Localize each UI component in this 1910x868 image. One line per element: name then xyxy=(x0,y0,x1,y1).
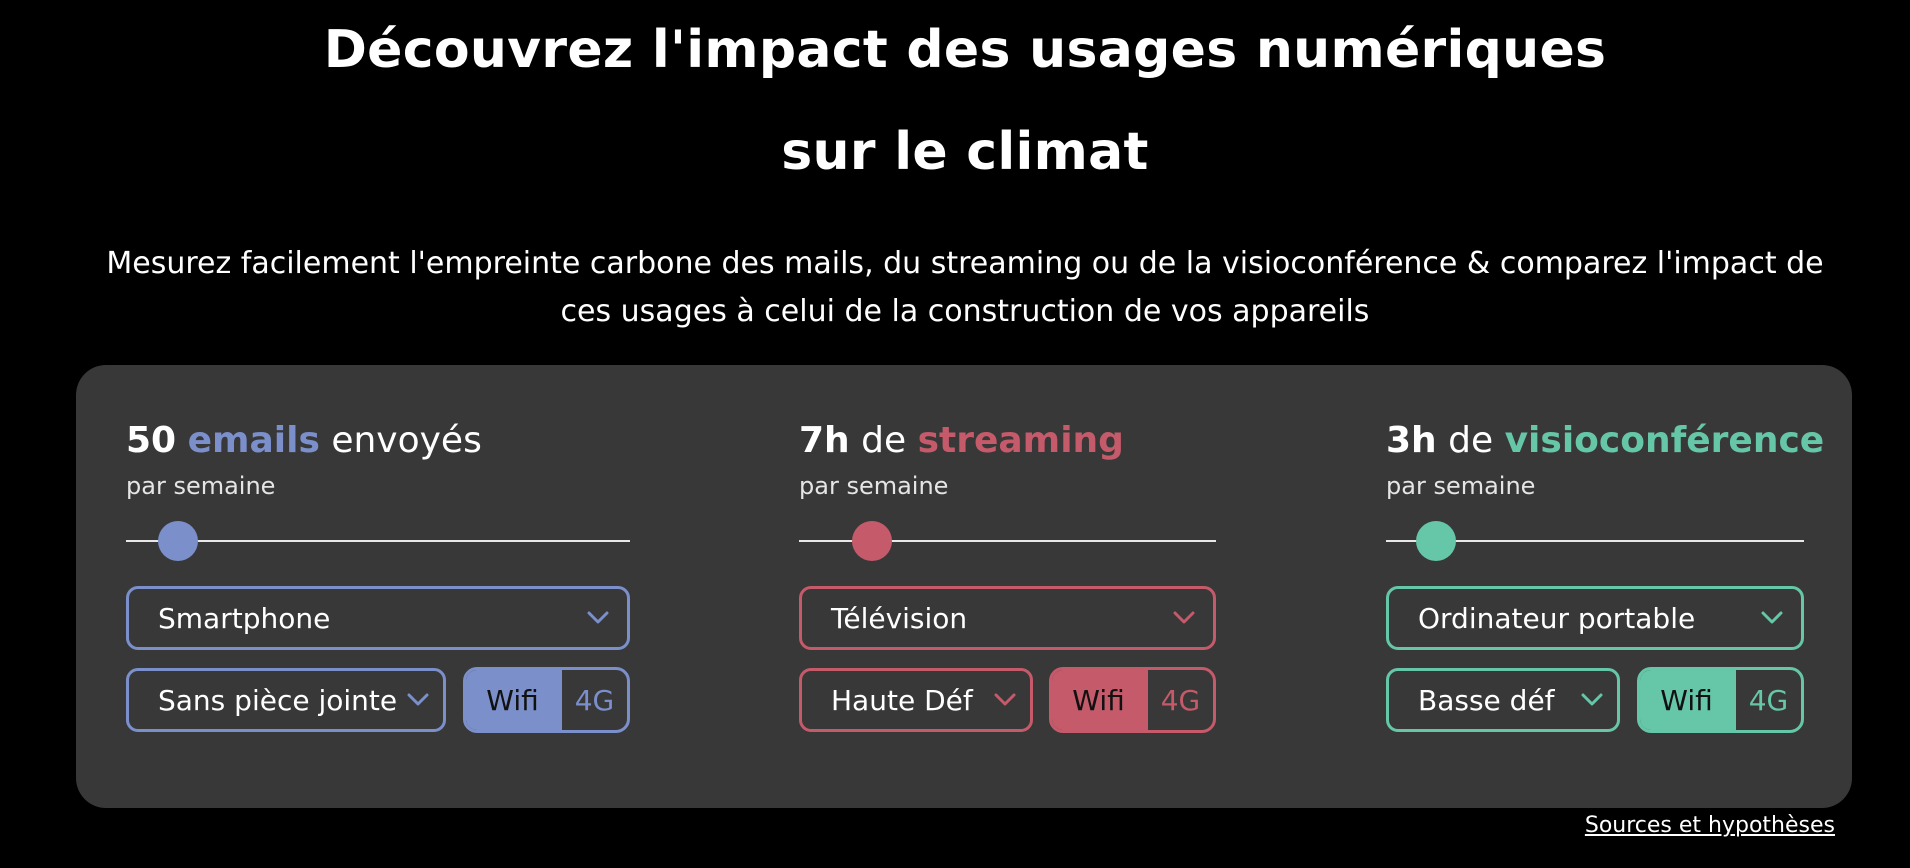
visio-slider[interactable] xyxy=(1386,519,1804,563)
emails-slider[interactable] xyxy=(126,519,630,563)
streaming-network-toggle[interactable]: Wifi 4G xyxy=(1049,667,1216,733)
page-subtitle: Mesurez facilement l'empreinte carbone d… xyxy=(106,246,1824,329)
page-title-line-1: Découvrez l'impact des usages numériques xyxy=(323,20,1607,80)
emails-headline: 50 emails envoyés xyxy=(126,420,482,461)
visio-amount: 3h xyxy=(1386,420,1437,461)
device-select-value: Télévision xyxy=(831,601,968,635)
streaming-amount: 7h xyxy=(799,420,850,461)
streaming-slider[interactable] xyxy=(799,519,1216,563)
device-select-value: Ordinateur portable xyxy=(1418,601,1696,635)
emails-network-toggle[interactable]: Wifi 4G xyxy=(463,667,630,733)
visio-keyword: visioconférence xyxy=(1504,420,1825,461)
visio-headline: 3h de visioconférence xyxy=(1386,420,1824,461)
visio-prefix: de xyxy=(1436,420,1505,461)
quality-select-value: Basse déf xyxy=(1418,683,1555,717)
sources-link[interactable]: Sources et hypothèses xyxy=(1585,813,1835,838)
page-title-line-2: sur le climat xyxy=(781,122,1149,182)
slider-thumb[interactable] xyxy=(158,521,199,561)
streaming-headline: 7h de streaming xyxy=(799,420,1124,461)
streaming-device-select[interactable]: Télévision xyxy=(799,586,1216,650)
quality-select-value: Haute Déf xyxy=(831,683,973,717)
usage-panel: 50 emails envoyés par semaine Smartphone… xyxy=(76,365,1852,808)
emails-attachment-select[interactable]: Sans pièce jointe xyxy=(126,668,446,732)
visio-period: par semaine xyxy=(1386,472,1536,500)
visio-quality-select[interactable]: Basse déf xyxy=(1386,668,1620,732)
network-option-4g[interactable]: 4G xyxy=(559,670,627,730)
chevron-down-icon xyxy=(1761,611,1783,624)
chevron-down-icon xyxy=(407,693,429,706)
emails-device-select[interactable]: Smartphone xyxy=(126,586,630,650)
network-option-wifi[interactable]: Wifi xyxy=(1052,670,1145,730)
streaming-quality-select[interactable]: Haute Déf xyxy=(799,668,1033,732)
emails-amount: 50 xyxy=(126,420,177,461)
network-option-4g[interactable]: 4G xyxy=(1145,670,1213,730)
streaming-keyword: streaming xyxy=(917,420,1124,461)
network-option-wifi[interactable]: Wifi xyxy=(466,670,559,730)
chevron-down-icon xyxy=(994,693,1016,706)
emails-keyword: emails xyxy=(187,420,320,461)
chevron-down-icon xyxy=(1581,693,1603,706)
visio-network-toggle[interactable]: Wifi 4G xyxy=(1637,667,1804,733)
chevron-down-icon xyxy=(587,611,609,624)
slider-thumb[interactable] xyxy=(1416,521,1457,561)
network-option-wifi[interactable]: Wifi xyxy=(1640,670,1733,730)
slider-track[interactable] xyxy=(126,540,630,542)
attachment-select-value: Sans pièce jointe xyxy=(158,683,398,717)
emails-period: par semaine xyxy=(126,472,276,500)
network-option-4g[interactable]: 4G xyxy=(1733,670,1801,730)
emails-suffix: envoyés xyxy=(319,420,482,461)
streaming-prefix: de xyxy=(849,420,918,461)
visio-device-select[interactable]: Ordinateur portable xyxy=(1386,586,1804,650)
streaming-period: par semaine xyxy=(799,472,949,500)
device-select-value: Smartphone xyxy=(158,601,331,635)
chevron-down-icon xyxy=(1173,611,1195,624)
slider-thumb[interactable] xyxy=(851,521,892,561)
